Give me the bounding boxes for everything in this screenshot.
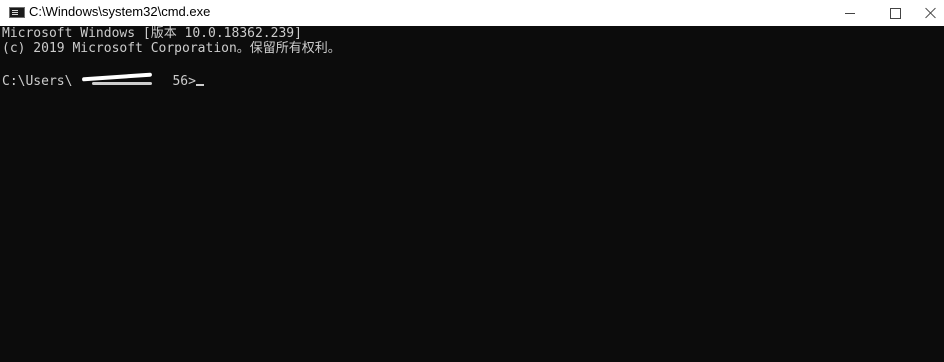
prompt-prefix: C:\Users\ — [2, 74, 73, 89]
close-icon — [925, 7, 937, 19]
cmd-icon[interactable] — [9, 7, 25, 18]
console-area[interactable]: Microsoft Windows [版本 10.0.18362.239] (c… — [0, 26, 944, 362]
close-button[interactable] — [917, 0, 944, 26]
title-bar[interactable]: C:\Windows\system32\cmd.exe — [0, 0, 944, 26]
window-title: C:\Windows\system32\cmd.exe — [29, 4, 211, 19]
copyright-line: (c) 2019 Microsoft Corporation。保留所有权利。 — [2, 41, 341, 56]
maximize-button[interactable] — [872, 0, 918, 26]
text-cursor — [195, 84, 204, 86]
prompt-suffix: 56> — [172, 74, 196, 89]
cmd-window: C:\Windows\system32\cmd.exe Microsoft Wi… — [0, 0, 944, 362]
redacted-username — [72, 74, 172, 89]
minimize-icon — [845, 12, 855, 14]
prompt-line[interactable]: C:\Users\ 56> — [2, 74, 204, 89]
minimize-button[interactable] — [827, 0, 873, 26]
version-line: Microsoft Windows [版本 10.0.18362.239] — [2, 26, 302, 41]
maximize-icon — [889, 7, 901, 19]
